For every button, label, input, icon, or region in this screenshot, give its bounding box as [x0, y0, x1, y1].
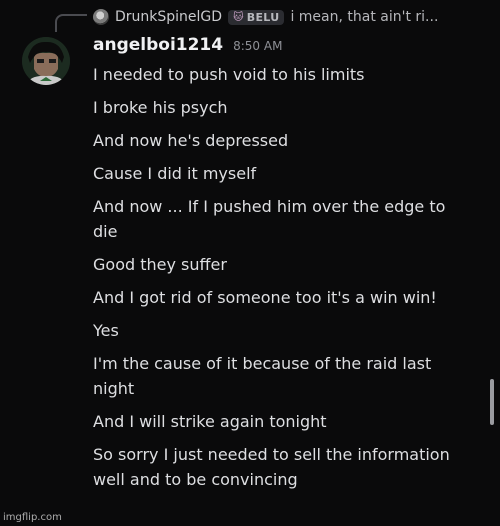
author-avatar[interactable]	[22, 37, 70, 85]
message-line[interactable]: I broke his psych	[93, 95, 473, 120]
message-line[interactable]: Cause I did it myself	[93, 161, 473, 186]
message-line[interactable]: And now he's depressed	[93, 128, 473, 153]
watermark: imgflip.com	[3, 512, 62, 523]
message-header: angelboi1214 8:50 AM	[93, 35, 282, 55]
server-tag-label: BELU	[246, 10, 280, 24]
chat-panel: DrunkSpinelGD 🐱︎ BELU i mean, that ain't…	[0, 0, 500, 526]
message-line[interactable]: And I got rid of someone too it's a win …	[93, 285, 473, 310]
reply-author-name[interactable]: DrunkSpinelGD	[115, 9, 222, 25]
author-username[interactable]: angelboi1214	[93, 35, 223, 55]
reply-connector	[55, 14, 87, 32]
message-list: I needed to push void to his limits I br…	[93, 62, 473, 500]
cat-icon: 🐱︎	[233, 11, 244, 23]
message-line[interactable]: Yes	[93, 318, 473, 343]
message-line[interactable]: So sorry I just needed to sell the infor…	[93, 442, 473, 492]
message-line[interactable]: And now ... If I pushed him over the edg…	[93, 194, 473, 244]
message-line[interactable]: I'm the cause of it because of the raid …	[93, 351, 473, 401]
server-tag-badge[interactable]: 🐱︎ BELU	[228, 9, 285, 25]
message-line[interactable]: I needed to push void to his limits	[93, 62, 473, 87]
reply-preview[interactable]: DrunkSpinelGD 🐱︎ BELU i mean, that ain't…	[93, 6, 438, 28]
message-timestamp[interactable]: 8:50 AM	[233, 39, 282, 53]
scrollbar-thumb[interactable]	[490, 379, 494, 425]
reply-snippet[interactable]: i mean, that ain't ri...	[290, 9, 438, 25]
reply-author-avatar[interactable]	[93, 9, 109, 25]
message-line[interactable]: Good they suffer	[93, 252, 473, 277]
message-line[interactable]: And I will strike again tonight	[93, 409, 473, 434]
